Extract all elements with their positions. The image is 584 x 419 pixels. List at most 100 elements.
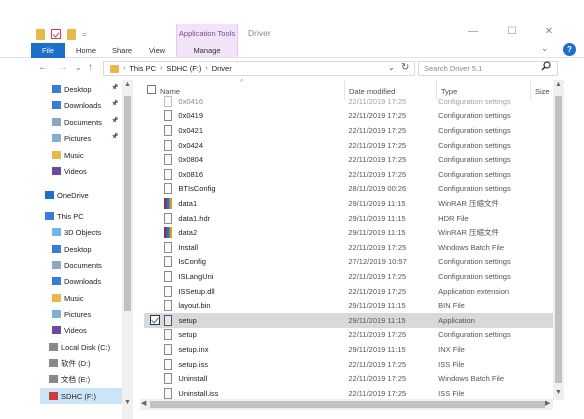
nav-item[interactable]: 文档 (E:) xyxy=(49,371,90,387)
table-row[interactable]: data1.hdr 29/11/2019 11:15 HDR File xyxy=(144,211,554,226)
tab-view[interactable]: View xyxy=(141,43,173,58)
nav-item[interactable]: Desktop xyxy=(52,81,92,97)
properties-icon[interactable] xyxy=(51,29,61,39)
nav-item[interactable]: Music xyxy=(52,290,84,306)
table-row[interactable]: data2 29/11/2019 11:15 WinRAR 压缩文件 xyxy=(144,225,554,240)
table-row[interactable]: layout.bin 29/11/2019 11:15 BIN File xyxy=(144,298,554,313)
file-scroll-thumb[interactable] xyxy=(555,96,562,383)
nav-item[interactable]: Local Disk (C:) xyxy=(49,339,110,355)
row-checkbox[interactable] xyxy=(150,344,160,354)
row-checkbox[interactable] xyxy=(150,374,160,384)
search-icon[interactable] xyxy=(541,61,553,75)
row-checkbox[interactable] xyxy=(150,315,160,326)
table-row[interactable]: BTIsConfig 28/11/2019 00:26 Configuration … xyxy=(144,182,554,197)
tab-file[interactable]: File xyxy=(31,43,65,58)
nav-item[interactable]: Desktop xyxy=(52,241,92,257)
file-scroll-up-icon[interactable]: ▲ xyxy=(555,81,562,88)
nav-item[interactable]: SDHC (F:) xyxy=(40,388,124,404)
row-checkbox[interactable] xyxy=(150,198,160,208)
maximize-button[interactable]: ☐ xyxy=(501,25,523,39)
nav-item[interactable]: OneDrive xyxy=(45,187,89,203)
table-row[interactable]: setup 29/11/2019 11:15 Application xyxy=(144,313,554,328)
pin-icon[interactable]: 📌 xyxy=(111,133,118,140)
nav-item[interactable]: Documents xyxy=(52,114,102,130)
table-row[interactable]: Install 22/11/2019 17:25 Windows Batch Fil… xyxy=(144,240,554,255)
row-checkbox[interactable] xyxy=(150,257,160,267)
nav-item[interactable]: Pictures xyxy=(52,130,91,146)
nav-item[interactable]: Videos xyxy=(52,163,87,179)
table-row[interactable]: setup.iss 22/11/2019 17:25 ISS File xyxy=(144,357,554,372)
nav-item[interactable]: Music xyxy=(52,147,84,163)
tab-home[interactable]: Home xyxy=(69,43,103,58)
row-checkbox[interactable] xyxy=(150,286,160,296)
table-row[interactable]: 0x0419 22/11/2019 17:25 Configuration sett… xyxy=(144,109,554,124)
search-input[interactable]: Search Driver 5.1 xyxy=(418,61,558,76)
nav-scroll-thumb[interactable] xyxy=(124,96,131,311)
recent-locations-icon[interactable]: ⌄ xyxy=(75,62,82,74)
nav-item[interactable]: This PC xyxy=(45,208,84,224)
pin-icon[interactable]: 📌 xyxy=(111,100,118,107)
up-icon[interactable]: ↑ xyxy=(88,62,93,74)
breadcrumb-sdhc[interactable]: SDHC (F:) xyxy=(166,64,201,73)
nav-item[interactable]: Documents xyxy=(52,257,102,273)
scroll-left-icon[interactable]: ◀ xyxy=(141,399,146,407)
row-checkbox[interactable] xyxy=(150,301,160,311)
forward-icon[interactable]: → xyxy=(58,62,68,74)
table-row[interactable]: IsConfig 27/12/2019 10:57 Configuration se… xyxy=(144,255,554,270)
nav-scroll-up-icon[interactable]: ▲ xyxy=(124,81,131,88)
row-checkbox[interactable] xyxy=(150,155,160,165)
row-checkbox[interactable] xyxy=(150,140,160,150)
nav-item[interactable]: Downloads xyxy=(52,273,101,289)
chevron-right-icon: › xyxy=(160,65,163,72)
row-checkbox[interactable] xyxy=(150,125,160,135)
nav-item[interactable]: Videos xyxy=(52,322,87,338)
table-row[interactable]: setup 22/11/2019 17:25 Configuration setti… xyxy=(144,328,554,343)
address-dropdown-icon[interactable]: ⌄ xyxy=(388,63,395,72)
table-row[interactable]: 0x0424 22/11/2019 17:25 Configuration sett… xyxy=(144,138,554,153)
row-checkbox[interactable] xyxy=(150,388,160,398)
nav-item[interactable]: 3D Objects xyxy=(52,224,101,240)
customize-qat-icon[interactable]: = xyxy=(82,30,87,39)
table-row[interactable]: setup.inx 29/11/2019 11:15 INX File xyxy=(144,342,554,357)
table-row[interactable]: ISSetup.dll 22/11/2019 17:25 Application e… xyxy=(144,284,554,299)
breadcrumb-driver[interactable]: Driver xyxy=(212,64,232,73)
row-checkbox[interactable] xyxy=(150,169,160,179)
table-row[interactable]: data1 29/11/2019 11:15 WinRAR 压缩文件 xyxy=(144,196,554,211)
tab-manage[interactable]: Manage xyxy=(178,43,236,58)
row-checkbox[interactable] xyxy=(150,213,160,223)
nav-item[interactable]: Downloads xyxy=(52,97,101,113)
pin-icon[interactable]: 📌 xyxy=(111,84,118,91)
file-date: 29/11/2019 11:15 xyxy=(348,213,406,223)
horizontal-scroll-thumb[interactable] xyxy=(150,401,545,408)
table-row[interactable]: 0x0804 22/11/2019 17:25 Configuration sett… xyxy=(144,152,554,167)
row-checkbox[interactable] xyxy=(150,359,160,369)
row-checkbox[interactable] xyxy=(150,228,160,238)
nav-scroll-down-icon[interactable]: ▼ xyxy=(124,399,131,406)
table-row[interactable]: 0x0421 22/11/2019 17:25 Configuration sett… xyxy=(144,123,554,138)
tab-share[interactable]: Share xyxy=(106,43,138,58)
chevron-down-icon[interactable]: ⌄ xyxy=(541,43,549,54)
table-row[interactable]: ISLangUni 22/11/2019 17:25 Configuration s… xyxy=(144,269,554,284)
row-checkbox[interactable] xyxy=(150,271,160,281)
row-checkbox[interactable] xyxy=(150,330,160,340)
close-button[interactable]: ✕ xyxy=(538,25,560,39)
new-folder-icon[interactable] xyxy=(67,28,76,40)
refresh-icon[interactable]: ↻ xyxy=(401,62,409,73)
scroll-right-icon[interactable]: ▶ xyxy=(545,399,550,407)
back-icon[interactable]: ← xyxy=(38,62,48,74)
table-row[interactable]: Uninstall 22/11/2019 17:25 Windows Batch F… xyxy=(144,371,554,386)
help-button[interactable]: ? xyxy=(563,43,576,56)
table-row[interactable]: 0x0816 22/11/2019 17:25 Configuration sett… xyxy=(144,167,554,182)
row-checkbox[interactable] xyxy=(150,242,160,252)
nav-item[interactable]: Pictures xyxy=(52,306,91,322)
table-row[interactable]: 0x0416 22/11/2019 17:25 Configuration sett… xyxy=(144,94,554,109)
row-checkbox[interactable] xyxy=(150,111,160,121)
minimize-button[interactable]: — xyxy=(462,25,484,39)
row-checkbox[interactable] xyxy=(150,184,160,194)
nav-item[interactable]: 软件 (D:) xyxy=(49,355,91,371)
file-scroll-down-icon[interactable]: ▼ xyxy=(555,389,562,396)
address-bar[interactable]: › This PC › SDHC (F:) › Driver xyxy=(103,61,415,76)
row-checkbox[interactable] xyxy=(150,96,160,106)
breadcrumb-this-pc[interactable]: This PC xyxy=(129,64,156,73)
pin-icon[interactable]: 📌 xyxy=(111,117,118,124)
